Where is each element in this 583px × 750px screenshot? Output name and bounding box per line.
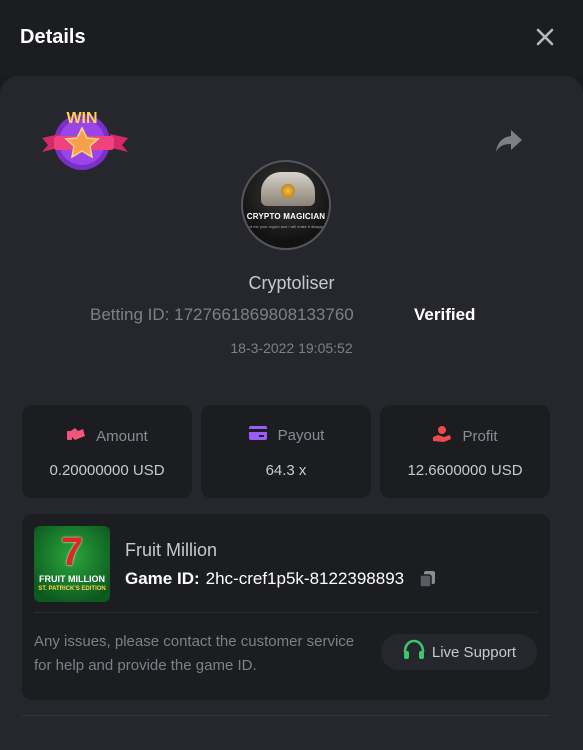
copy-icon[interactable]	[418, 569, 438, 589]
close-icon[interactable]	[533, 25, 557, 49]
payout-card-icon	[248, 425, 268, 445]
betting-id-value: 1727661869808133760	[174, 305, 354, 324]
avatar-brand: CRYPTO MAGICIAN	[246, 212, 326, 221]
verified-badge: Verified	[414, 305, 476, 324]
stat-amount-label: Amount	[96, 427, 148, 445]
headset-icon	[402, 639, 426, 665]
game-thumb-title: FRUIT MILLION	[39, 574, 105, 584]
game-thumb-subtitle: ST. PATRICK'S EDITION	[38, 586, 106, 592]
game-id-value: 2hc-cref1p5k-8122398893	[205, 569, 405, 588]
stat-payout-value: 64.3 x	[265, 462, 307, 479]
avatar-tagline: send me your crypto and i will make it d…	[243, 224, 329, 229]
betting-id: Betting ID: 1727661869808133760	[90, 305, 354, 325]
divider	[34, 612, 538, 613]
stat-profit: Profit 12.6600000 USD	[380, 405, 550, 498]
bet-timestamp: 18-3-2022 19:05:52	[230, 340, 353, 356]
game-card: 7 FRUIT MILLION ST. PATRICK'S EDITION Fr…	[22, 514, 550, 700]
game-id-label: Game ID:	[125, 569, 200, 588]
coin-icon	[281, 184, 295, 198]
game-id: Game ID: 2hc-cref1p5k-8122398893	[125, 569, 438, 589]
profit-hand-icon	[432, 425, 452, 447]
game-thumb-seven: 7	[60, 530, 84, 574]
stat-payout: Payout 64.3 x	[201, 405, 371, 498]
modal-title: Details	[20, 26, 86, 48]
win-badge-icon: WIN	[40, 108, 130, 178]
bottom-divider	[22, 715, 550, 716]
betting-id-label: Betting ID:	[90, 305, 170, 324]
stat-amount-value: 0.20000000 USD	[49, 462, 165, 479]
stat-amount: Amount 0.20000000 USD	[22, 405, 192, 498]
modal-header: Details	[0, 0, 583, 76]
share-icon[interactable]	[494, 128, 524, 154]
stat-payout-label: Payout	[277, 426, 325, 444]
amount-icon	[66, 425, 86, 447]
stat-profit-value: 12.6600000 USD	[407, 462, 523, 479]
win-badge-text: WIN	[66, 110, 98, 127]
support-text: Any issues, please contact the customer …	[34, 633, 355, 674]
username: Cryptoliser	[248, 273, 335, 293]
game-thumbnail[interactable]: 7 FRUIT MILLION ST. PATRICK'S EDITION	[34, 526, 110, 602]
avatar: CRYPTO MAGICIAN send me your crypto and …	[241, 160, 331, 250]
stat-profit-label: Profit	[462, 427, 498, 445]
live-support-label: Live Support	[431, 643, 517, 661]
game-name[interactable]: Fruit Million	[125, 540, 217, 561]
live-support-button[interactable]: Live Support	[381, 634, 537, 670]
